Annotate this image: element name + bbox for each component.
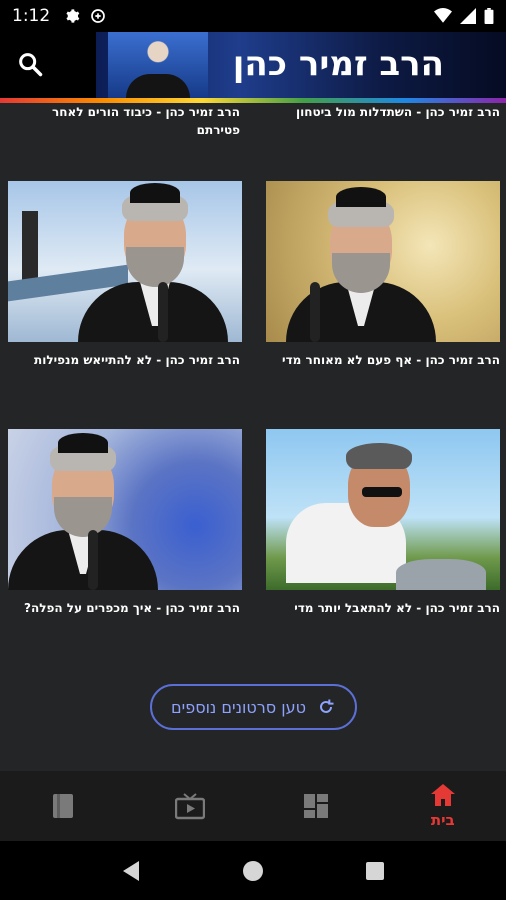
signal-icon bbox=[460, 8, 476, 24]
refresh-icon bbox=[320, 699, 334, 713]
video-title[interactable]: הרב זמיר כהן - אף פעם לא מאוחר מדי bbox=[266, 351, 500, 369]
tv-icon bbox=[174, 793, 205, 820]
video-thumbnail[interactable] bbox=[266, 181, 500, 342]
book-icon bbox=[53, 794, 74, 818]
home-circle-icon[interactable] bbox=[242, 860, 264, 882]
rabbi-portrait bbox=[266, 181, 500, 342]
video-title[interactable]: הרב זמיר כהן - לא להתאבל יותר מדי bbox=[266, 599, 500, 617]
video-thumbnail[interactable] bbox=[266, 429, 500, 590]
home-icon bbox=[430, 784, 455, 806]
video-thumbnail[interactable] bbox=[8, 429, 242, 590]
sync-icon bbox=[91, 9, 106, 23]
rabbi-portrait bbox=[8, 181, 242, 342]
page-title: הרב זמיר כהן bbox=[232, 44, 444, 84]
bottom-navigation: בית bbox=[0, 771, 506, 841]
app-header: הרב זמיר כהן bbox=[0, 32, 506, 98]
rabbi-portrait bbox=[266, 429, 500, 590]
load-more-label: טען סרטונים נוספים bbox=[171, 697, 307, 717]
video-title[interactable]: הרב זמיר כהן - לא להתייאש מנפילות bbox=[6, 351, 240, 369]
banner-portrait-image bbox=[108, 32, 208, 98]
battery-icon bbox=[484, 8, 494, 24]
search-icon bbox=[19, 53, 43, 77]
rabbi-portrait bbox=[8, 429, 242, 590]
video-title[interactable]: הרב זמיר כהן - כיבוד הורים לאחר פטירתם bbox=[6, 103, 240, 139]
video-list[interactable]: הרב זמיר כהן - השתדלות מול ביטחון הרב זמ… bbox=[0, 103, 506, 771]
video-title[interactable]: הרב זמיר כהן - השתדלות מול ביטחון bbox=[266, 103, 500, 121]
nav-item-videos[interactable] bbox=[127, 771, 254, 841]
back-icon[interactable] bbox=[121, 860, 141, 882]
dashboard-icon bbox=[304, 794, 329, 818]
gear-icon bbox=[66, 9, 80, 23]
video-title[interactable]: הרב זמיר כהן - איך מכפרים על הפלה? bbox=[6, 599, 240, 617]
nav-item-home[interactable]: בית bbox=[380, 771, 506, 841]
status-bar: 1:12 bbox=[0, 0, 506, 32]
nav-item-categories[interactable] bbox=[253, 771, 380, 841]
load-more-button[interactable]: טען סרטונים נוספים bbox=[150, 684, 357, 730]
video-thumbnail[interactable] bbox=[8, 181, 242, 342]
search-button[interactable] bbox=[16, 50, 44, 78]
wifi-icon bbox=[434, 8, 452, 23]
nav-label-home: בית bbox=[430, 811, 455, 829]
recents-icon[interactable] bbox=[365, 861, 385, 881]
system-navigation-bar bbox=[0, 841, 506, 900]
status-time: 1:12 bbox=[12, 6, 51, 26]
nav-item-books[interactable] bbox=[0, 771, 127, 841]
